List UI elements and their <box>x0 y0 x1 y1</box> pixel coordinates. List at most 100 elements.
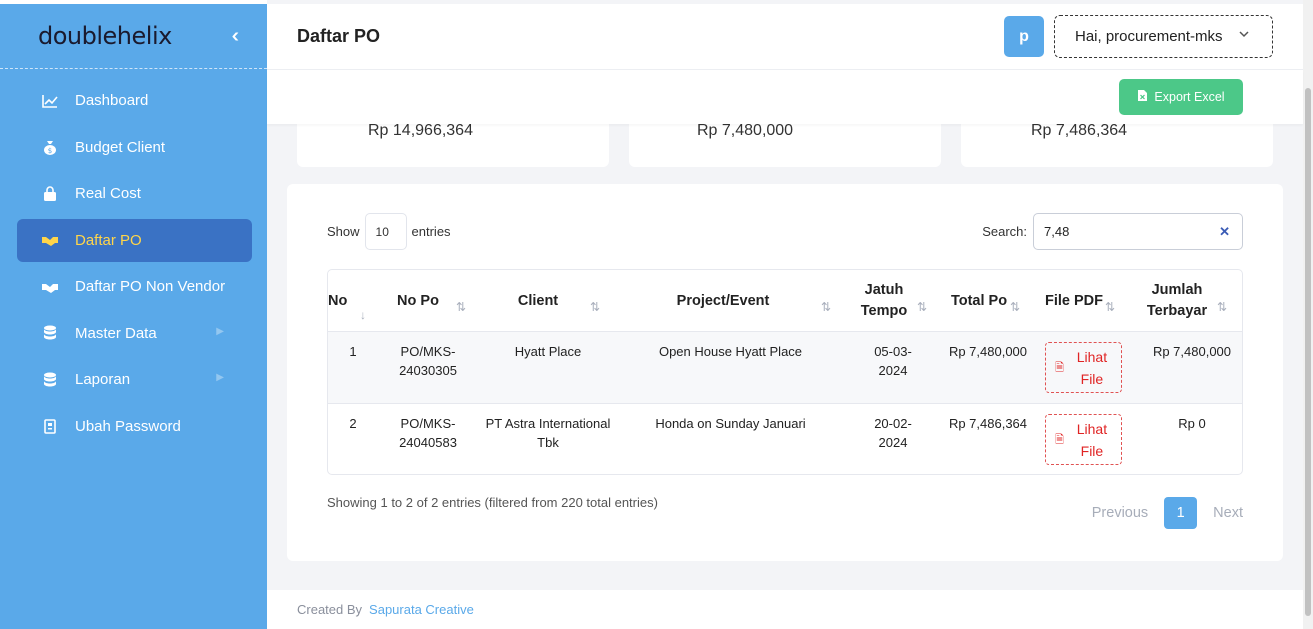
chevron-right-icon: ▶ <box>216 325 224 337</box>
next-page-button[interactable]: Next <box>1213 505 1243 521</box>
table-header: No ↓ No Po ⇅ Client ⇅ Project/Event ⇅ Ja… <box>328 270 1242 332</box>
cell-no: 2 <box>349 416 357 431</box>
column-header-client[interactable]: Client <box>508 270 568 332</box>
pagination: Previous 1 Next <box>1092 497 1243 529</box>
search-input[interactable]: 7,48 ✕ <box>1033 213 1243 250</box>
search-value: 7,48 <box>1044 224 1070 239</box>
sort-icon: ⇅ <box>821 300 832 314</box>
search-control: Search: 7,48 ✕ <box>982 213 1243 250</box>
sort-down-icon: ↓ <box>360 308 366 322</box>
cell-no-po: PO/MKS-24040583 <box>399 416 457 450</box>
sidebar-item-daftar-po[interactable]: Daftar PO <box>17 218 252 262</box>
pdf-file-icon: 🗎 <box>1055 433 1064 446</box>
sidebar-menu: Dashboard $ Budget Client Real Cost Daft… <box>0 69 267 448</box>
sidebar: doublehelix ‹‹ Dashboard $ Budget Client… <box>0 0 267 629</box>
shopping-bag-icon <box>41 185 59 203</box>
database-icon <box>41 324 59 342</box>
collapse-sidebar-icon[interactable]: ‹‹ <box>232 25 240 48</box>
entries-select[interactable]: 10 <box>364 213 407 250</box>
page-scrollbar[interactable] <box>1303 0 1313 629</box>
cell-total-po: Rp 7,486,364 <box>948 416 1028 431</box>
lihat-file-button[interactable]: 🗎 Lihat File <box>1045 342 1122 393</box>
sort-icon: ⇅ <box>1217 300 1228 314</box>
brand-logo[interactable]: doublehelix <box>38 22 172 50</box>
cell-no-po: PO/MKS-24030305 <box>399 344 457 378</box>
page-1-button[interactable]: 1 <box>1164 497 1198 529</box>
sort-icon: ⇅ <box>456 300 467 314</box>
pdf-file-icon: 🗎 <box>1055 361 1064 374</box>
show-label: Show <box>327 224 360 239</box>
sidebar-item-budget-client[interactable]: $ Budget Client <box>17 126 252 169</box>
top-header: Daftar PO p Hai, procurement-mks <box>267 4 1303 70</box>
footer-company-link[interactable]: Sapurata Creative <box>369 602 474 617</box>
page-title: Daftar PO <box>297 26 381 46</box>
chart-line-icon <box>41 92 59 110</box>
cell-client: PT Astra International Tbk <box>485 416 611 450</box>
stat-value: Rp 7,486,364 <box>1031 122 1128 139</box>
svg-text:$: $ <box>48 147 52 155</box>
chevron-right-icon: ▶ <box>216 372 224 383</box>
database-icon <box>41 371 59 389</box>
column-header-total-po[interactable]: Total Po <box>948 270 1010 332</box>
cell-jumlah-terbayar: Rp 7,480,000 <box>1152 344 1232 359</box>
cell-jumlah-terbayar: Rp 0 <box>1178 416 1206 431</box>
previous-page-button[interactable]: Previous <box>1092 505 1148 521</box>
sidebar-item-label: Daftar PO <box>75 231 142 249</box>
column-header-project[interactable]: Project/Event <box>658 270 788 332</box>
sort-icon: ⇅ <box>590 300 601 314</box>
sort-icon: ⇅ <box>917 300 928 314</box>
table-row: 2 PO/MKS-24040583 PT Astra International… <box>328 404 1242 474</box>
entries-length-control: Show 10 entries <box>327 213 451 250</box>
column-header-no-po[interactable]: No Po <box>388 270 448 332</box>
cell-total-po: Rp 7,480,000 <box>948 344 1028 359</box>
sidebar-item-label: Budget Client <box>75 138 166 156</box>
cell-client: Hyatt Place <box>514 344 582 359</box>
action-bar: Export Excel <box>267 70 1303 124</box>
user-menu-dropdown[interactable]: Hai, procurement-mks <box>1054 15 1273 58</box>
sidebar-item-label: Master Data <box>75 324 157 342</box>
avatar[interactable]: p <box>1004 16 1044 57</box>
column-header-file-pdf[interactable]: File PDF <box>1044 270 1104 332</box>
scrollbar-thumb[interactable] <box>1305 88 1311 616</box>
lihat-file-label: Lihat File <box>1076 348 1108 387</box>
cell-no: 1 <box>349 344 357 359</box>
clipboard-icon <box>41 417 59 435</box>
column-header-jatuh-tempo[interactable]: Jatuh Tempo <box>853 270 915 332</box>
sort-icon: ⇅ <box>1105 300 1116 314</box>
sidebar-item-daftar-po-non-vendor[interactable]: Daftar PO Non Vendor <box>17 265 252 308</box>
footer-prefix: Created By <box>297 602 363 617</box>
money-bag-icon: $ <box>41 138 59 156</box>
sort-icon: ⇅ <box>1010 300 1021 314</box>
handshake-icon <box>41 278 59 296</box>
sidebar-item-ubah-password[interactable]: Ubah Password <box>17 405 252 448</box>
sidebar-item-label: Laporan <box>75 371 131 388</box>
cell-jatuh-tempo: 20-02-2024 <box>874 416 912 450</box>
brand-bar: doublehelix ‹‹ <box>0 4 267 69</box>
column-header-jumlah-terbayar[interactable]: Jumlah Terbayar <box>1145 270 1209 332</box>
lihat-file-button[interactable]: 🗎 Lihat File <box>1045 414 1122 465</box>
sidebar-item-real-cost[interactable]: Real Cost <box>17 172 252 215</box>
table-info: Showing 1 to 2 of 2 entries (filtered fr… <box>327 495 658 510</box>
export-excel-button[interactable]: Export Excel <box>1119 79 1243 115</box>
entries-label: entries <box>411 224 451 239</box>
column-header-no[interactable]: No <box>328 270 358 332</box>
sidebar-item-label: Daftar PO Non Vendor <box>75 278 226 295</box>
stat-value: Rp 7,480,000 <box>697 122 794 139</box>
cell-project: Open House Hyatt Place <box>658 344 803 359</box>
stat-value: Rp 14,966,364 <box>368 122 473 139</box>
po-table-panel: Show 10 entries Search: 7,48 ✕ No ↓ No P… <box>287 184 1283 561</box>
sidebar-item-label: Dashboard <box>75 92 149 109</box>
lihat-file-label: Lihat File <box>1076 420 1108 459</box>
sidebar-item-label: Real Cost <box>75 185 141 202</box>
sidebar-item-dashboard[interactable]: Dashboard <box>17 79 252 122</box>
export-excel-label: Export Excel <box>1154 90 1225 104</box>
search-label: Search: <box>982 224 1027 239</box>
excel-file-icon <box>1137 89 1148 105</box>
sidebar-item-master-data[interactable]: Master Data ▶ <box>17 312 252 355</box>
cell-jatuh-tempo: 05-03-2024 <box>874 344 912 378</box>
handshake-icon <box>41 231 59 249</box>
sidebar-item-laporan[interactable]: Laporan ▶ <box>17 358 252 401</box>
footer: Created By Sapurata Creative <box>267 590 1303 629</box>
sidebar-item-label: Ubah Password <box>75 417 181 435</box>
clear-search-icon[interactable]: ✕ <box>1219 224 1230 240</box>
